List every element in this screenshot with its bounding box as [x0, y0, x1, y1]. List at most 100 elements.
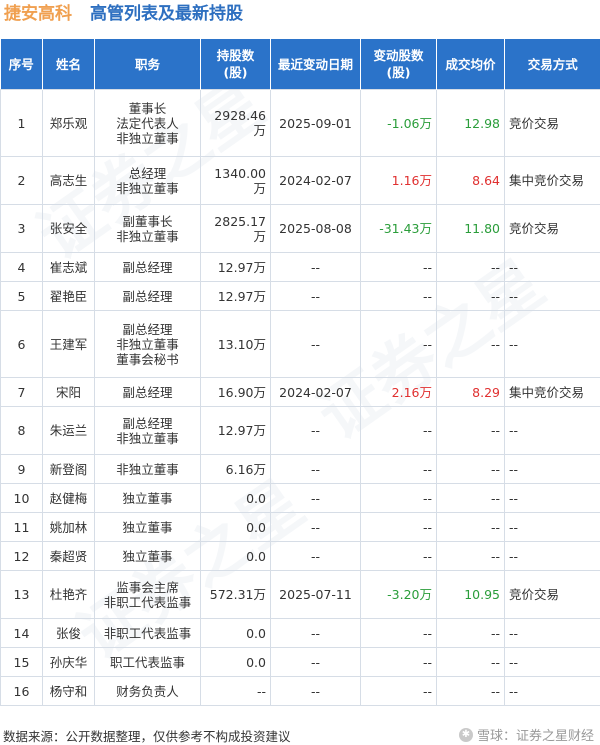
- role-line: 财务负责人: [99, 684, 196, 699]
- cell-shares: 12.97万: [201, 253, 271, 282]
- cell-change: -1.06万: [361, 90, 437, 157]
- cell-roles: 职工代表监事: [95, 648, 201, 677]
- cell-no: 14: [1, 619, 43, 648]
- cell-price: --: [437, 407, 505, 455]
- cell-name: 姚加林: [43, 513, 95, 542]
- source-note: 数据来源：公开数据整理，仅供参考不构成投资建议: [3, 726, 291, 745]
- cell-change: --: [361, 311, 437, 378]
- cell-roles: 副总经理: [95, 378, 201, 407]
- cell-shares: 0.0: [201, 513, 271, 542]
- cell-roles: 董事长法定代表人非独立董事: [95, 90, 201, 157]
- cell-method: --: [505, 484, 600, 513]
- cell-method: --: [505, 253, 600, 282]
- role-line: 非独立董事: [99, 462, 196, 477]
- role-line: 副总经理: [99, 260, 196, 275]
- role-line: 副总经理: [99, 322, 196, 337]
- cell-date: 2024-02-07: [271, 378, 361, 407]
- cell-change: --: [361, 484, 437, 513]
- cell-method: --: [505, 648, 600, 677]
- cell-no: 2: [1, 157, 43, 205]
- role-line: 职工代表监事: [99, 655, 196, 670]
- company-name: 捷安高科: [4, 2, 72, 26]
- role-line: 董事会秘书: [99, 352, 196, 367]
- role-line: 独立董事: [99, 549, 196, 564]
- cell-method: 集中竞价交易: [505, 157, 600, 205]
- column-header-date: 最近变动日期: [271, 39, 361, 90]
- brand: ✱ 雪球：证券之星财经: [459, 725, 594, 744]
- cell-name: 高志生: [43, 157, 95, 205]
- cell-date: --: [271, 648, 361, 677]
- table-row: 1郑乐观董事长法定代表人非独立董事2928.46万2025-09-01-1.06…: [1, 90, 600, 157]
- cell-date: 2025-08-08: [271, 205, 361, 253]
- cell-name: 张安全: [43, 205, 95, 253]
- cell-roles: 副董事长非独立董事: [95, 205, 201, 253]
- cell-shares: 0.0: [201, 484, 271, 513]
- cell-name: 赵健梅: [43, 484, 95, 513]
- cell-name: 崔志斌: [43, 253, 95, 282]
- column-header-no: 序号: [1, 39, 43, 90]
- cell-date: --: [271, 282, 361, 311]
- cell-price: 12.98: [437, 90, 505, 157]
- role-line: 监事会主席: [99, 580, 196, 595]
- cell-roles: 总经理非独立董事: [95, 157, 201, 205]
- cell-shares: 2928.46万: [201, 90, 271, 157]
- brand-text: 雪球：证券之星财经: [477, 725, 594, 744]
- cell-roles: 独立董事: [95, 513, 201, 542]
- cell-shares: 2825.17万: [201, 205, 271, 253]
- cell-name: 孙庆华: [43, 648, 95, 677]
- cell-date: 2024-02-07: [271, 157, 361, 205]
- cell-roles: 财务负责人: [95, 677, 201, 706]
- cell-roles: 副总经理非独立董事: [95, 407, 201, 455]
- cell-price: --: [437, 311, 505, 378]
- cell-method: --: [505, 619, 600, 648]
- cell-shares: 12.97万: [201, 282, 271, 311]
- cell-price: 8.64: [437, 157, 505, 205]
- cell-roles: 非职工代表监事: [95, 619, 201, 648]
- cell-no: 4: [1, 253, 43, 282]
- cell-no: 13: [1, 571, 43, 619]
- role-line: 法定代表人: [99, 116, 196, 131]
- role-line: 非独立董事: [99, 131, 196, 146]
- column-header-price: 成交均价: [437, 39, 505, 90]
- table-row: 3张安全副董事长非独立董事2825.17万2025-08-08-31.43万11…: [1, 205, 600, 253]
- cell-roles: 非独立董事: [95, 455, 201, 484]
- cell-price: --: [437, 542, 505, 571]
- role-line: 副总经理: [99, 385, 196, 400]
- cell-price: --: [437, 484, 505, 513]
- table-row: 2高志生总经理非独立董事1340.00万2024-02-071.16万8.64集…: [1, 157, 600, 205]
- cell-no: 5: [1, 282, 43, 311]
- cell-change: --: [361, 619, 437, 648]
- cell-no: 1: [1, 90, 43, 157]
- cell-name: 郑乐观: [43, 90, 95, 157]
- cell-shares: 13.10万: [201, 311, 271, 378]
- cell-price: --: [437, 253, 505, 282]
- cell-date: --: [271, 484, 361, 513]
- cell-name: 宋阳: [43, 378, 95, 407]
- cell-no: 6: [1, 311, 43, 378]
- cell-price: --: [437, 282, 505, 311]
- cell-price: 10.95: [437, 571, 505, 619]
- table-row: 16杨守和财务负责人----------: [1, 677, 600, 706]
- cell-price: 11.80: [437, 205, 505, 253]
- cell-date: --: [271, 455, 361, 484]
- table-row: 5翟艳臣副总经理12.97万--------: [1, 282, 600, 311]
- cell-shares: 6.16万: [201, 455, 271, 484]
- cell-change: --: [361, 513, 437, 542]
- cell-name: 朱运兰: [43, 407, 95, 455]
- role-line: 董事长: [99, 101, 196, 116]
- cell-price: --: [437, 619, 505, 648]
- cell-shares: 572.31万: [201, 571, 271, 619]
- cell-price: --: [437, 677, 505, 706]
- cell-date: 2025-07-11: [271, 571, 361, 619]
- cell-change: --: [361, 648, 437, 677]
- role-line: 独立董事: [99, 520, 196, 535]
- cell-no: 8: [1, 407, 43, 455]
- table-row: 7宋阳副总经理16.90万2024-02-072.16万8.29集中竞价交易: [1, 378, 600, 407]
- cell-date: --: [271, 677, 361, 706]
- cell-date: --: [271, 513, 361, 542]
- role-line: 副总经理: [99, 416, 196, 431]
- cell-change: --: [361, 407, 437, 455]
- table-row: 4崔志斌副总经理12.97万--------: [1, 253, 600, 282]
- cell-method: --: [505, 407, 600, 455]
- cell-method: --: [505, 677, 600, 706]
